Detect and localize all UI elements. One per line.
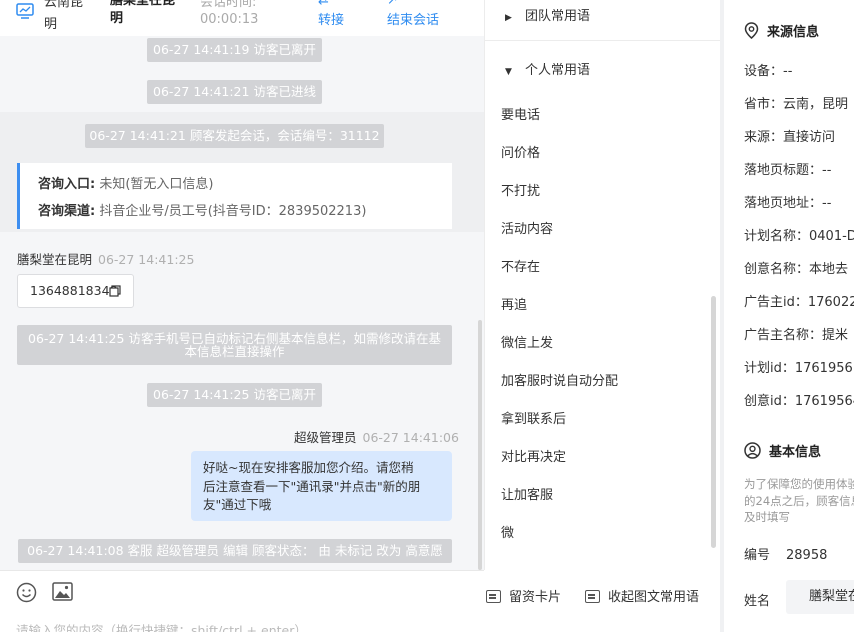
consult-channel-label: 咨询渠道: [38, 204, 96, 219]
session-time-label: 会话时间: [200, 0, 257, 10]
session-time: 00:00:13 [200, 12, 259, 27]
consult-info-card: 咨询入口: 未知(暂无入口信息) 咨询渠道: 抖音企业号/员工号(抖音号ID：2… [17, 163, 452, 229]
note-line: 及时填写 [744, 510, 790, 524]
visitor-time: 06-27 14:41:25 [98, 252, 195, 267]
system-message-line: 本信息栏直接操作 [184, 344, 285, 359]
common-phrases-panel: ▶ 团队常用语 ▼ 个人常用语 要电话 问价格 不打扰 活动内容 不存在 再追 微信… [484, 0, 720, 570]
phrase-item[interactable]: 微信上发 [501, 332, 553, 351]
end-session-label: 结束会话 [387, 13, 440, 28]
collapse-phrases-button[interactable]: 收起图文常用语 [585, 586, 699, 605]
source-creative-id: 创意id：17619564 [744, 394, 854, 409]
agent-message-line: 好哒~现在安排客服加您介绍。请您稍 [203, 460, 414, 475]
consult-channel-value: 抖音企业号/员工号(抖音号ID：2839502213) [99, 204, 367, 219]
source-creative-name: 创意名称：本地去 [744, 262, 849, 277]
agent-message-bubble: 好哒~现在安排客服加您介绍。请您稍 后注意查看一下"通讯录"并点击"新的朋 友"… [191, 451, 452, 521]
note-line: 为了保障您的使用体验 [744, 477, 854, 491]
source-origin: 来源：直接访问 [744, 130, 836, 145]
chat-workspace: 云南昆明 膳梨堂在昆明 会话时间: 00:00:13 ⇄ 转接 ↗ 结束会话 0… [0, 0, 854, 632]
system-message-phone-tag: 06-27 14:41:25 访客手机号已自动标记右侧基本信息栏，如需修改请在基… [17, 325, 452, 365]
customer-name-field[interactable]: 膳梨堂在 [786, 580, 854, 614]
transfer-button[interactable]: ⇄ 转接 [318, 0, 344, 30]
note-line: 的24点之后，顾客信息 [744, 493, 854, 508]
user-circle-icon [744, 442, 761, 459]
agent-sender: 超级管理员 06-27 14:41:06 [294, 427, 459, 446]
divider [485, 40, 720, 41]
system-message: 06-27 14:41:08 客服 超级管理员 编辑 顾客状态： 由 未标记 改… [18, 539, 452, 563]
team-phrases-toggle[interactable]: ▶ 团队常用语 [505, 5, 590, 24]
message-input[interactable]: 请输入您的内容（换行快捷键：shift/ctrl + enter） [16, 620, 307, 632]
phrases-scrollbar[interactable] [711, 296, 716, 548]
agent-name: 超级管理员 [294, 430, 357, 445]
basic-info-header: 基本信息 [744, 441, 821, 460]
source-landing-url: 落地页地址：-- [744, 196, 832, 211]
customer-info-panel: 来源信息 设备：-- 省市：云南，昆明 来源：直接访问 落地页标题：-- 落地页… [724, 0, 854, 632]
exit-icon: ↗ [387, 0, 398, 8]
phrase-item[interactable]: 不打扰 [501, 180, 540, 199]
customer-number-row: 编号 28958 [744, 544, 827, 563]
consult-entry-label: 咨询入口: [38, 177, 96, 192]
lead-card-button[interactable]: 留资卡片 [486, 586, 561, 605]
chat-messages[interactable]: 06-27 14:41:19 访客已离开 06-27 14:41:21 访客已进… [0, 36, 484, 570]
phrases-footer: 留资卡片 收起图文常用语 [484, 570, 720, 632]
system-message: 06-27 14:41:21 顾客发起会话，会话编号：31112 [85, 124, 384, 148]
source-landing-title: 落地页标题：-- [744, 163, 832, 178]
personal-phrases-toggle[interactable]: ▼ 个人常用语 [505, 59, 590, 78]
consult-entry-value: 未知(暂无入口信息) [99, 177, 214, 192]
phrase-item[interactable]: 让加客服 [501, 484, 553, 503]
phrase-item[interactable]: 对比再决定 [501, 446, 566, 465]
source-info-title: 来源信息 [767, 25, 820, 40]
system-message: 06-27 14:41:25 访客已离开 [147, 383, 322, 407]
phrase-item[interactable]: 加客服时说自动分配 [501, 370, 618, 389]
chat-header: 云南昆明 膳梨堂在昆明 会话时间: 00:00:13 ⇄ 转接 ↗ 结束会话 [0, 0, 484, 36]
visitor-sender: 膳梨堂在昆明 06-27 14:41:25 [17, 249, 194, 268]
customer-name: 膳梨堂在昆明 [110, 0, 176, 26]
phrase-item[interactable]: 拿到联系后 [501, 408, 566, 427]
phrase-item[interactable]: 要电话 [501, 104, 540, 123]
customer-number-label: 编号 [744, 548, 771, 563]
phrase-item[interactable]: 问价格 [501, 142, 540, 161]
transfer-icon: ⇄ [318, 0, 329, 8]
collapse-phrases-label: 收起图文常用语 [608, 590, 700, 605]
emoji-icon[interactable] [16, 582, 37, 603]
phrase-item[interactable]: 不存在 [501, 256, 540, 275]
message-input-area: 请输入您的内容（换行快捷键：shift/ctrl + enter） [0, 570, 484, 632]
location-pin-icon [744, 22, 759, 39]
source-advertiser-id: 广告主id：176022 [744, 295, 854, 310]
source-advertiser-name: 广告主名称：提米 [744, 328, 849, 343]
caret-right-icon: ▶ [505, 13, 512, 23]
copy-icon[interactable] [109, 285, 121, 297]
phrase-item[interactable]: 再追 [501, 294, 527, 313]
card-icon [486, 590, 501, 603]
visitor-name: 膳梨堂在昆明 [17, 252, 93, 267]
personal-phrases-label: 个人常用语 [525, 63, 591, 78]
phrase-item[interactable]: 微 [501, 522, 514, 541]
customer-city: 云南昆明 [44, 0, 84, 32]
agent-message-line: 后注意查看一下"通讯录"并点击"新的朋 [203, 478, 421, 494]
caret-down-icon: ▼ [505, 67, 512, 77]
chat-scrollbar[interactable] [478, 320, 482, 570]
monitor-chart-icon [16, 3, 34, 19]
basic-info-note: 为了保障您的使用体验 的24点之后，顾客信息 及时填写 [744, 476, 854, 526]
agent-message-line: 友"通过下哦 [203, 497, 272, 512]
visitor-phone: 13648818348 [30, 283, 118, 298]
system-message: 06-27 14:41:19 访客已离开 [147, 38, 322, 62]
collapse-icon [585, 590, 600, 603]
image-icon[interactable] [52, 582, 73, 601]
agent-time: 06-27 14:41:06 [362, 430, 459, 445]
customer-name-label: 姓名 [744, 594, 771, 609]
transfer-label: 转接 [318, 13, 345, 28]
visitor-phone-message[interactable]: 13648818348 [17, 274, 134, 308]
system-message: 06-27 14:41:21 访客已进线 [147, 80, 322, 104]
lead-card-label: 留资卡片 [509, 590, 562, 605]
team-phrases-label: 团队常用语 [525, 9, 591, 24]
phrase-item[interactable]: 活动内容 [501, 218, 553, 237]
end-session-button[interactable]: ↗ 结束会话 [387, 0, 439, 30]
source-plan-id: 计划id：17619561 [744, 361, 854, 376]
customer-number: 28958 [786, 548, 828, 563]
source-info-header: 来源信息 [744, 21, 819, 40]
basic-info-title: 基本信息 [769, 445, 822, 460]
source-device: 设备：-- [744, 64, 793, 79]
source-plan-name: 计划名称：0401-D [744, 229, 854, 244]
source-region: 省市：云南，昆明 [744, 97, 849, 112]
